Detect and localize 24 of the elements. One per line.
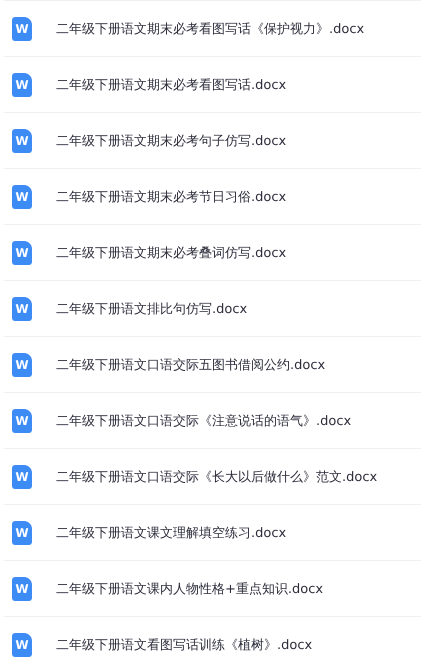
document-icon: W (12, 72, 32, 96)
document-icon: W (12, 16, 32, 40)
file-name[interactable]: 二年级下册语文期末必考句子仿写.docx (56, 132, 286, 150)
file-name[interactable]: 二年级下册语文期末必考看图写话.docx (56, 76, 286, 94)
file-name[interactable]: 二年级下册语文看图写话训练《植树》.docx (56, 636, 312, 654)
file-name[interactable]: 二年级下册语文口语交际《注意说话的语气》.docx (56, 412, 352, 430)
document-icon: W (12, 464, 32, 488)
file-name[interactable]: 二年级下册语文期末必考看图写话《保护视力》.docx (56, 20, 364, 38)
document-icon: W (12, 128, 32, 152)
file-name[interactable]: 二年级下册语文期末必考叠词仿写.docx (56, 244, 286, 262)
document-icon: W (12, 408, 32, 432)
document-icon: W (12, 576, 32, 600)
document-icon: W (12, 184, 32, 208)
document-icon: W (12, 240, 32, 264)
file-name[interactable]: 二年级下册语文课内人物性格+重点知识.docx (56, 580, 324, 598)
file-name[interactable]: 二年级下册语文课文理解填空练习.docx (56, 524, 286, 542)
document-icon: W (12, 352, 32, 376)
document-icon: W (12, 296, 32, 320)
document-icon: W (12, 632, 32, 656)
file-name[interactable]: 二年级下册语文排比句仿写.docx (56, 300, 248, 318)
file-name[interactable]: 二年级下册语文期末必考节日习俗.docx (56, 188, 286, 206)
file-name[interactable]: 二年级下册语文口语交际五图书借阅公约.docx (56, 356, 326, 374)
file-name[interactable]: 二年级下册语文口语交际《长大以后做什么》范文.docx (56, 468, 378, 486)
document-icon: W (12, 520, 32, 544)
